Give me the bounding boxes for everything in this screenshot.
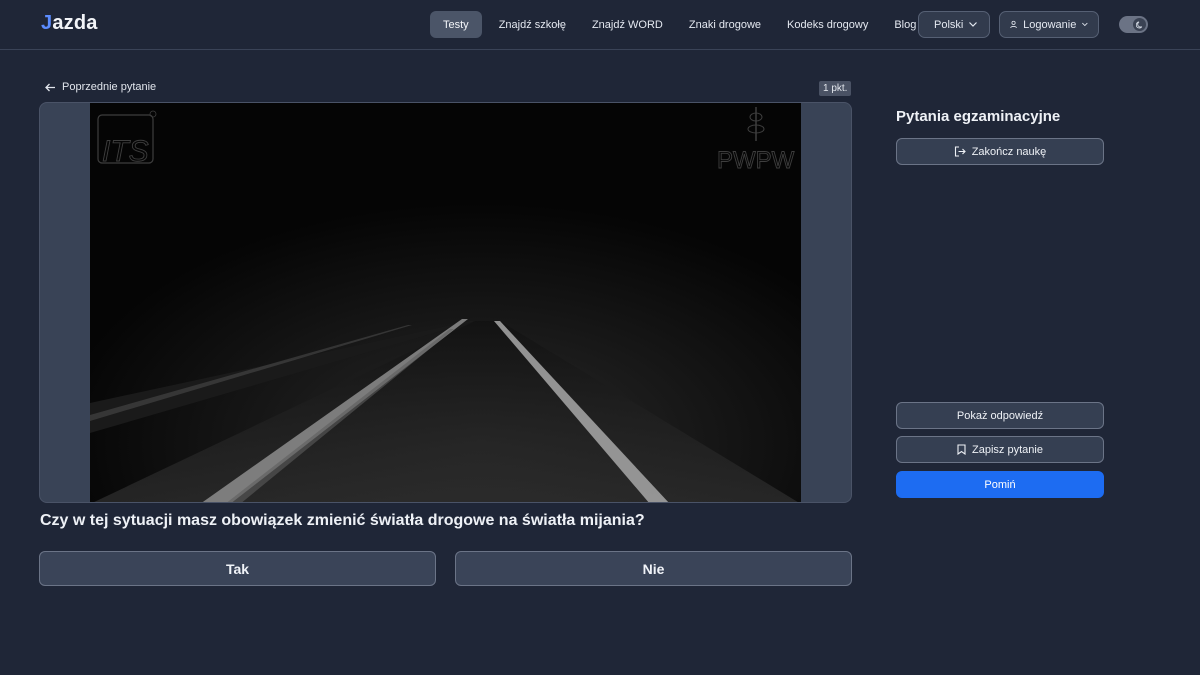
question-media-frame: ITS PWPW [39, 102, 852, 503]
show-answer-button[interactable]: Pokaż odpowiedź [896, 402, 1104, 429]
theme-toggle[interactable] [1119, 16, 1148, 33]
skip-label: Pomiń [984, 478, 1016, 491]
pwpw-watermark-text: PWPW [717, 147, 795, 174]
language-dropdown[interactable]: Polski [918, 11, 990, 38]
nav-link-testy[interactable]: Testy [430, 11, 482, 38]
save-question-label: Zapisz pytanie [972, 443, 1043, 456]
its-watermark-text: ITS [102, 135, 149, 168]
toggle-knob [1133, 18, 1146, 31]
previous-question-label: Poprzednie pytanie [62, 81, 157, 93]
points-badge: 1 pkt. [819, 81, 852, 96]
skip-button[interactable]: Pomiń [896, 471, 1104, 498]
nav-link-traffic-code[interactable]: Kodeks drogowy [774, 11, 881, 38]
top-navbar: Jazda Testy Znajdź szkołę Znajdź WORD Zn… [0, 0, 1200, 50]
finish-learning-label: Zakończ naukę [971, 145, 1047, 158]
exit-icon [954, 146, 966, 157]
chevron-down-icon [969, 22, 978, 27]
logo-text: azda [52, 12, 98, 34]
nav-link-road-signs[interactable]: Znaki drogowe [676, 11, 774, 38]
bookmark-icon [957, 444, 966, 455]
previous-question-link[interactable]: Poprzednie pytanie [45, 81, 156, 93]
logo[interactable]: Jazda [41, 12, 98, 35]
show-answer-label: Pokaż odpowiedź [956, 409, 1044, 422]
nav-link-find-school[interactable]: Znajdź szkołę [486, 11, 579, 38]
main-nav: Testy Znajdź szkołę Znajdź WORD Znaki dr… [430, 11, 929, 38]
login-label: Logowanie [1023, 18, 1077, 31]
answer-no-button[interactable]: Nie [455, 551, 852, 586]
finish-learning-button[interactable]: Zakończ naukę [896, 138, 1104, 165]
question-text: Czy w tej sytuacji masz obowiązek zmieni… [40, 512, 645, 529]
answer-yes-button[interactable]: Tak [39, 551, 436, 586]
logo-accent-letter: J [41, 12, 53, 34]
login-dropdown[interactable]: Logowanie [999, 11, 1099, 38]
save-question-button[interactable]: Zapisz pytanie [896, 436, 1104, 463]
chevron-down-icon [1082, 22, 1088, 27]
nav-link-find-word[interactable]: Znajdź WORD [579, 11, 676, 38]
night-road-scene: ITS PWPW [90, 103, 801, 502]
moon-icon [1135, 21, 1142, 28]
user-icon [1010, 20, 1017, 29]
arrow-left-icon [45, 83, 55, 91]
question-video[interactable]: ITS PWPW [90, 103, 801, 502]
language-label: Polski [934, 18, 964, 31]
sidebar-title: Pytania egzaminacyjne [896, 108, 1061, 125]
